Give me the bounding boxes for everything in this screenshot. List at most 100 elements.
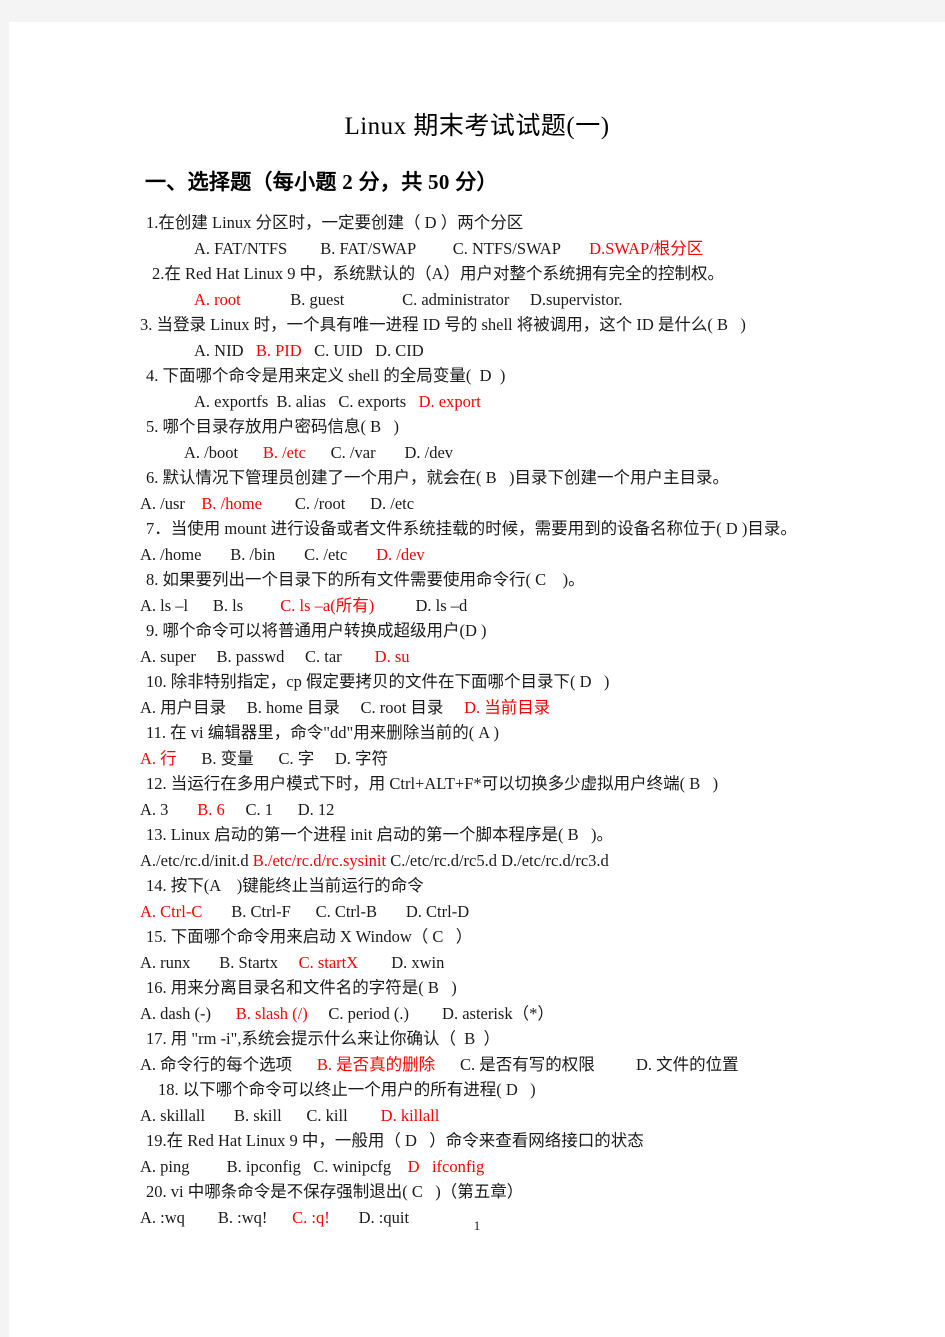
question-item: 18. 以下哪个命令可以终止一个用户的所有进程( D ) A. skillall …	[9, 1077, 945, 1128]
option[interactable]: A. NID	[194, 341, 244, 360]
option[interactable]: C. 是否有写的权限	[460, 1055, 595, 1074]
option-correct[interactable]: D.SWAP/根分区	[589, 239, 703, 258]
option[interactable]: B. home 目录	[247, 698, 340, 717]
option-correct[interactable]: B. /home	[201, 494, 262, 513]
option[interactable]: D. CID	[375, 341, 424, 360]
option[interactable]: A. skillall	[140, 1106, 205, 1125]
question-stem: 20. vi 中哪条命令是不保存强制退出( C )（第五章）	[146, 1182, 524, 1201]
question-stem: 18. 以下哪个命令可以终止一个用户的所有进程( D )	[158, 1080, 536, 1099]
option-correct[interactable]: B./etc/rc.d/rc.sysinit	[253, 851, 386, 870]
question-options: A. runx B. Startx C. startX D. xwin	[9, 950, 945, 976]
option-correct[interactable]: C. ls –a(所有)	[280, 596, 374, 615]
option[interactable]: C. kill	[306, 1106, 347, 1125]
option[interactable]: C. /root	[295, 494, 345, 513]
option[interactable]: D.supervistor.	[530, 290, 623, 309]
question-item: 1.在创建 Linux 分区时，一定要创建（ D ）两个分区 A. FAT/NTF…	[9, 210, 945, 261]
option[interactable]: B. skill	[234, 1106, 282, 1125]
question-options: A. /home B. /bin C. /etc D. /dev	[9, 542, 945, 568]
option[interactable]: A. FAT/NTFS	[194, 239, 287, 258]
option-gap	[262, 494, 295, 513]
option[interactable]: C. UID	[314, 341, 363, 360]
option[interactable]: C. 1	[245, 800, 273, 819]
option-gap	[374, 596, 415, 615]
option[interactable]: C. tar	[305, 647, 342, 666]
option[interactable]: A. dash (-)	[140, 1004, 211, 1023]
option-correct[interactable]: B. /etc	[263, 443, 306, 462]
option[interactable]: D. ls –d	[415, 596, 467, 615]
option-correct[interactable]: D. export	[419, 392, 481, 411]
option[interactable]: C. NTFS/SWAP	[453, 239, 561, 258]
option[interactable]: A. 命令行的每个选项	[140, 1055, 292, 1074]
option[interactable]: B. Startx	[219, 953, 278, 972]
option[interactable]: A. runx	[140, 953, 190, 972]
option-gap	[342, 647, 375, 666]
option[interactable]: B. ipconfig	[227, 1157, 301, 1176]
option[interactable]: C. /etc	[304, 545, 347, 564]
option[interactable]: A. /home	[140, 545, 201, 564]
option[interactable]: A. ls –l	[140, 596, 188, 615]
option[interactable]: B. alias	[276, 392, 326, 411]
option-correct[interactable]: A. Ctrl-C	[140, 902, 202, 921]
option[interactable]: C. administrator	[402, 290, 509, 309]
option-correct[interactable]: C. startX	[299, 953, 359, 972]
option-gap	[190, 1157, 227, 1176]
option[interactable]: B. guest	[290, 290, 344, 309]
question-options: A. 用户目录 B. home 目录 C. root 目录 D. 当前目录	[9, 695, 945, 721]
option[interactable]: A. exportfs	[194, 392, 268, 411]
option[interactable]: D. Ctrl-D	[406, 902, 469, 921]
option-correct[interactable]: D. killall	[381, 1106, 440, 1125]
option[interactable]: B. /bin	[230, 545, 275, 564]
option[interactable]: C. Ctrl-B	[316, 902, 377, 921]
option-correct[interactable]: D. 当前目录	[464, 698, 550, 717]
option[interactable]: D. /dev	[404, 443, 453, 462]
option-gap	[509, 290, 530, 309]
option-correct[interactable]: B. slash (/)	[236, 1004, 308, 1023]
option-correct[interactable]: B. 是否真的删除	[317, 1055, 435, 1074]
option-correct[interactable]: B. 6	[197, 800, 225, 819]
option[interactable]: A. /usr	[140, 494, 185, 513]
option[interactable]: C. exports	[338, 392, 406, 411]
option[interactable]: C. root 目录	[360, 698, 443, 717]
option-gap	[416, 239, 453, 258]
option[interactable]: B. 变量	[201, 749, 253, 768]
option[interactable]: B. Ctrl-F	[231, 902, 291, 921]
question-item: 12. 当运行在多用户模式下时，用 Ctrl+ALT+F*可以切换多少虚拟用户终…	[9, 771, 945, 822]
option-gap	[185, 494, 202, 513]
option[interactable]: B. ls	[213, 596, 243, 615]
option-correct[interactable]: D ifconfig	[408, 1157, 485, 1176]
option[interactable]: A./etc/rc.d/init.d	[140, 851, 249, 870]
question-options: A. exportfs B. alias C. exports D. expor…	[9, 389, 945, 415]
option[interactable]: D. /etc	[370, 494, 414, 513]
option[interactable]: D./etc/rc.d/rc3.d	[501, 851, 609, 870]
option[interactable]: D. 文件的位置	[636, 1055, 739, 1074]
question-stem: 9. 哪个命令可以将普通用户转换成超级用户(D )	[146, 621, 487, 640]
option-correct[interactable]: D. su	[375, 647, 410, 666]
option[interactable]: C. period (.)	[328, 1004, 409, 1023]
option[interactable]: A. /boot	[184, 443, 238, 462]
question-item: 2.在 Red Hat Linux 9 中，系统默认的（A）用户对整个系统拥有完…	[9, 261, 945, 312]
option[interactable]: C. winipcfg	[313, 1157, 391, 1176]
option[interactable]: B. FAT/SWAP	[320, 239, 415, 258]
option[interactable]: A. 3	[140, 800, 168, 819]
option-correct[interactable]: B. PID	[256, 341, 302, 360]
question-item: 19.在 Red Hat Linux 9 中，一般用（ D ）命令来查看网络接口…	[9, 1128, 945, 1179]
option[interactable]: B. passwd	[217, 647, 285, 666]
option[interactable]: A. ping	[140, 1157, 190, 1176]
option[interactable]: D. xwin	[391, 953, 444, 972]
option-correct[interactable]: A. 行	[140, 749, 177, 768]
option[interactable]: A. 用户目录	[140, 698, 226, 717]
option[interactable]: A. super	[140, 647, 196, 666]
question-options: A. super B. passwd C. tar D. su	[9, 644, 945, 670]
option-gap	[287, 239, 320, 258]
option[interactable]: C./etc/rc.d/rc5.d	[390, 851, 497, 870]
question-list: 1.在创建 Linux 分区时，一定要创建（ D ）两个分区 A. FAT/NTF…	[9, 196, 945, 1230]
option[interactable]: D. 字符	[335, 749, 388, 768]
option-correct[interactable]: D. /dev	[376, 545, 425, 564]
option-gap	[344, 290, 402, 309]
option-correct[interactable]: A. root	[194, 290, 241, 309]
option[interactable]: D. asterisk（*）	[442, 1004, 554, 1023]
question-stem: 15. 下面哪个命令用来启动 X Window（ C ）	[146, 927, 473, 946]
option[interactable]: C. 字	[278, 749, 314, 768]
option[interactable]: C. /var	[331, 443, 376, 462]
option[interactable]: D. 12	[298, 800, 335, 819]
